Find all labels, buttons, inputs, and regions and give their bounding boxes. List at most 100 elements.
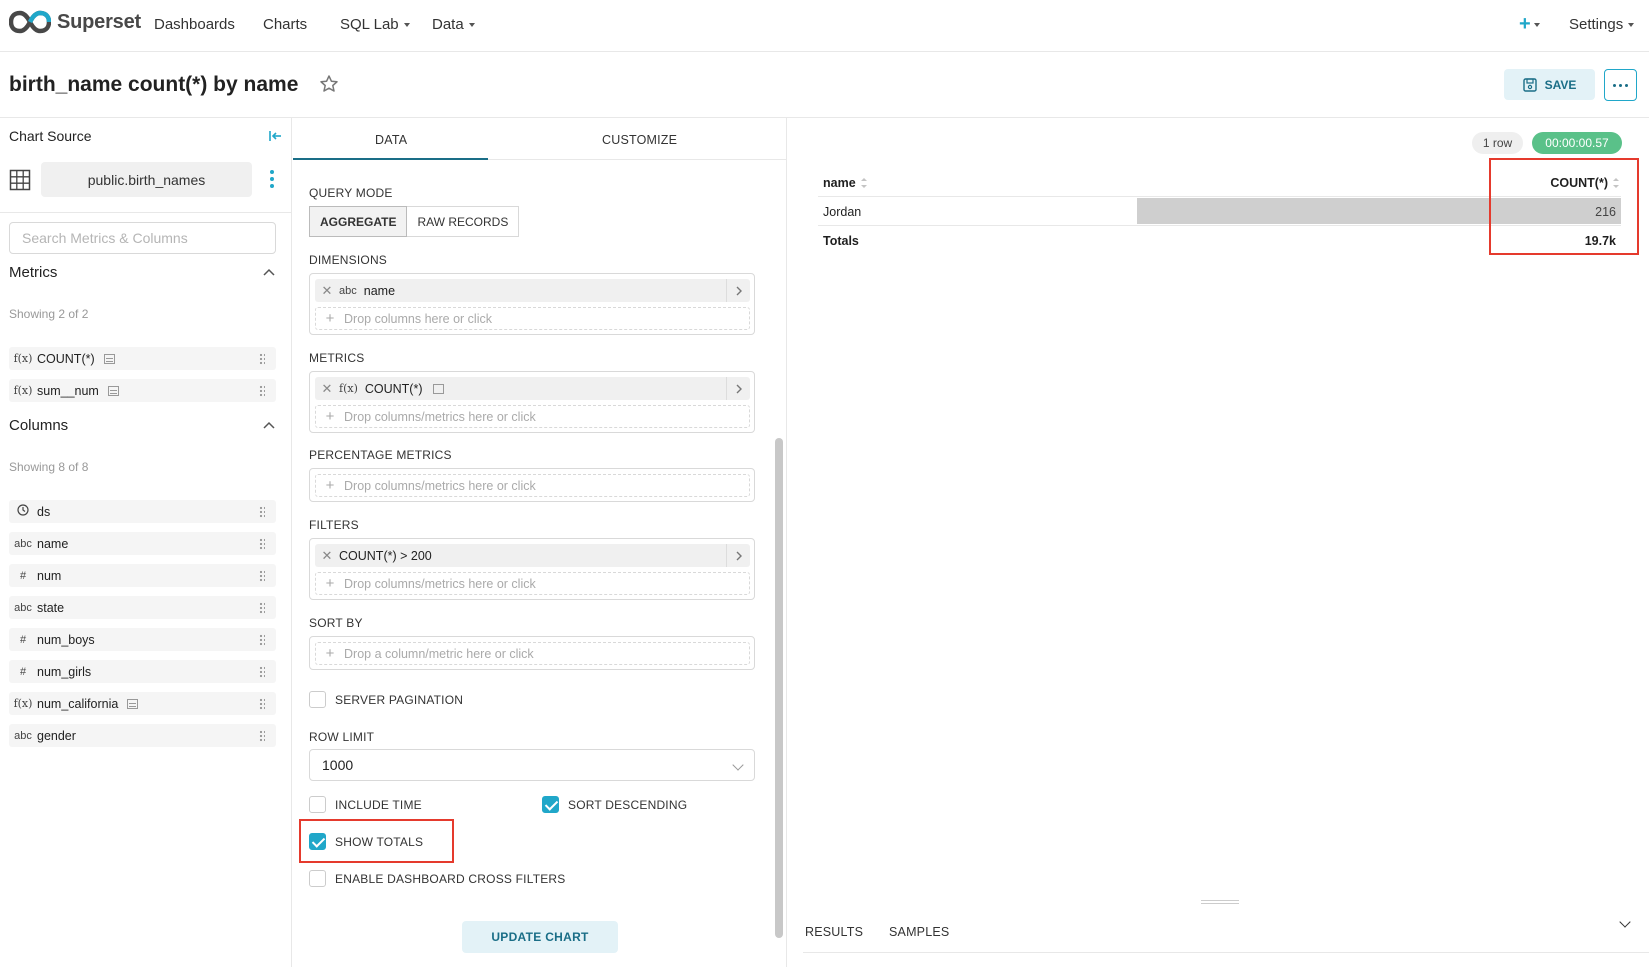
dimension-pill[interactable]: ✕ abc name: [315, 279, 750, 302]
filter-pill[interactable]: ✕ COUNT(*) > 200: [315, 544, 750, 567]
chevron-right-icon[interactable]: [726, 279, 750, 302]
checkbox-checked[interactable]: [542, 796, 559, 813]
checkbox-unchecked[interactable]: [309, 796, 326, 813]
drag-handle-icon[interactable]: [259, 634, 265, 646]
row-count-badge: 1 row: [1472, 132, 1523, 154]
column-item[interactable]: abc gender: [9, 724, 276, 747]
percentage-metrics-control: + Drop columns/metrics here or click: [309, 468, 755, 502]
metrics-section-heading[interactable]: Metrics: [9, 264, 57, 281]
sort-by-drop-zone[interactable]: + Drop a column/metric here or click: [315, 642, 750, 665]
column-item[interactable]: abc name: [9, 532, 276, 555]
tab-customize[interactable]: CUSTOMIZE: [602, 133, 677, 147]
remove-icon[interactable]: ✕: [315, 381, 339, 397]
chevron-down-icon: [732, 759, 744, 771]
metric-drop-zone[interactable]: + Drop columns/metrics here or click: [315, 405, 750, 428]
chevron-right-icon[interactable]: [726, 377, 750, 400]
checkbox-label: SORT DESCENDING: [568, 797, 688, 812]
cross-filters-checkbox[interactable]: ENABLE DASHBOARD CROSS FILTERS: [309, 870, 566, 887]
column-item[interactable]: # num_girls: [9, 660, 276, 683]
columns-section-heading[interactable]: Columns: [9, 417, 68, 434]
drag-handle-icon[interactable]: [259, 570, 265, 582]
superset-logo[interactable]: Superset: [9, 10, 141, 34]
totals-label: Totals: [823, 234, 859, 248]
scrollbar[interactable]: [775, 438, 783, 938]
percentage-metric-drop-zone[interactable]: + Drop columns/metrics here or click: [315, 474, 750, 497]
nav-sql-lab[interactable]: SQL Lab: [340, 16, 410, 33]
datasource-name[interactable]: public.birth_names: [41, 162, 252, 197]
raw-records-mode-button[interactable]: RAW RECORDS: [407, 206, 520, 237]
chart-title[interactable]: birth_name count(*) by name: [9, 73, 298, 97]
filters-control: ✕ COUNT(*) > 200 + Drop columns/metrics …: [309, 538, 755, 600]
dimension-drop-zone[interactable]: + Drop columns here or click: [315, 307, 750, 330]
chevron-down-icon[interactable]: [1619, 916, 1631, 928]
collapse-panel-icon[interactable]: [268, 129, 282, 143]
save-button[interactable]: SAVE: [1504, 69, 1595, 100]
column-item[interactable]: abc state: [9, 596, 276, 619]
chevron-right-icon[interactable]: [726, 544, 750, 567]
remove-icon[interactable]: ✕: [315, 548, 339, 564]
column-item[interactable]: f(x) num_california: [9, 692, 276, 715]
resize-handle[interactable]: [1201, 900, 1239, 904]
metric-pill[interactable]: ✕ f(x) COUNT(*): [315, 377, 750, 400]
table-icon: [9, 169, 31, 190]
drop-hint-text: Drop a column/metric here or click: [344, 646, 534, 661]
nav-data[interactable]: Data: [432, 16, 475, 33]
column-header-name[interactable]: name: [823, 176, 867, 190]
tab-data[interactable]: DATA: [375, 133, 407, 147]
drag-handle-icon[interactable]: [259, 353, 265, 365]
sort-descending-checkbox[interactable]: SORT DESCENDING: [542, 796, 687, 813]
metric-item[interactable]: f(x) sum__num: [9, 379, 276, 402]
search-placeholder: Search Metrics & Columns: [22, 230, 188, 246]
drag-handle-icon[interactable]: [259, 730, 265, 742]
datasource-menu-icon[interactable]: [270, 170, 274, 188]
drag-handle-icon[interactable]: [259, 698, 265, 710]
drag-handle-icon[interactable]: [259, 385, 265, 397]
nav-dashboards[interactable]: Dashboards: [154, 16, 235, 33]
column-item[interactable]: ds: [9, 500, 276, 523]
drag-handle-icon[interactable]: [259, 602, 265, 614]
tab-samples[interactable]: SAMPLES: [889, 925, 949, 939]
column-label: ds: [37, 504, 51, 519]
column-item[interactable]: # num_boys: [9, 628, 276, 651]
server-pagination-checkbox[interactable]: SERVER PAGINATION: [309, 691, 463, 708]
numeric-type-icon: #: [19, 665, 27, 678]
include-time-checkbox[interactable]: INCLUDE TIME: [309, 796, 422, 813]
chevron-up-icon[interactable]: [263, 266, 275, 278]
nav-settings[interactable]: Settings: [1569, 16, 1635, 33]
metric-label: sum__num: [37, 383, 99, 398]
metric-item[interactable]: f(x) COUNT(*): [9, 347, 276, 370]
numeric-type-icon: #: [19, 569, 27, 582]
drag-handle-icon[interactable]: [259, 666, 265, 678]
aggregate-mode-button[interactable]: AGGREGATE: [309, 206, 408, 237]
drag-handle-icon[interactable]: [259, 538, 265, 550]
chevron-up-icon[interactable]: [263, 419, 275, 431]
checkbox-unchecked[interactable]: [309, 870, 326, 887]
column-label: num_boys: [37, 632, 95, 647]
kebab-dot: [270, 177, 274, 181]
checkbox-label: ENABLE DASHBOARD CROSS FILTERS: [335, 871, 566, 886]
more-options-button[interactable]: [1604, 69, 1637, 101]
nav-charts[interactable]: Charts: [263, 16, 307, 33]
drag-handle-icon[interactable]: [259, 506, 265, 518]
kebab-dot: [270, 170, 274, 174]
row-limit-select[interactable]: 1000: [309, 749, 755, 781]
save-icon: [1522, 77, 1537, 92]
filter-drop-zone[interactable]: + Drop columns/metrics here or click: [315, 572, 750, 595]
search-metrics-columns-input[interactable]: Search Metrics & Columns: [9, 222, 276, 254]
star-icon[interactable]: [319, 74, 339, 94]
caret-down-icon: [1533, 22, 1540, 27]
string-type-icon: abc: [14, 601, 32, 614]
nav-sql-lab-label: SQL Lab: [340, 16, 399, 33]
checkbox-unchecked[interactable]: [309, 691, 326, 708]
new-item-button[interactable]: +: [1519, 14, 1540, 34]
numeric-type-icon: #: [19, 633, 27, 646]
divider: [803, 952, 1649, 953]
drop-hint-text: Drop columns/metrics here or click: [344, 478, 536, 493]
remove-icon[interactable]: ✕: [315, 283, 339, 299]
tab-results[interactable]: RESULTS: [805, 925, 863, 939]
column-item[interactable]: # num: [9, 564, 276, 587]
update-chart-button[interactable]: UPDATE CHART: [462, 921, 618, 953]
kebab-dot: [270, 184, 274, 188]
drop-hint-text: Drop columns/metrics here or click: [344, 409, 536, 424]
metrics-count: Showing 2 of 2: [9, 307, 89, 321]
